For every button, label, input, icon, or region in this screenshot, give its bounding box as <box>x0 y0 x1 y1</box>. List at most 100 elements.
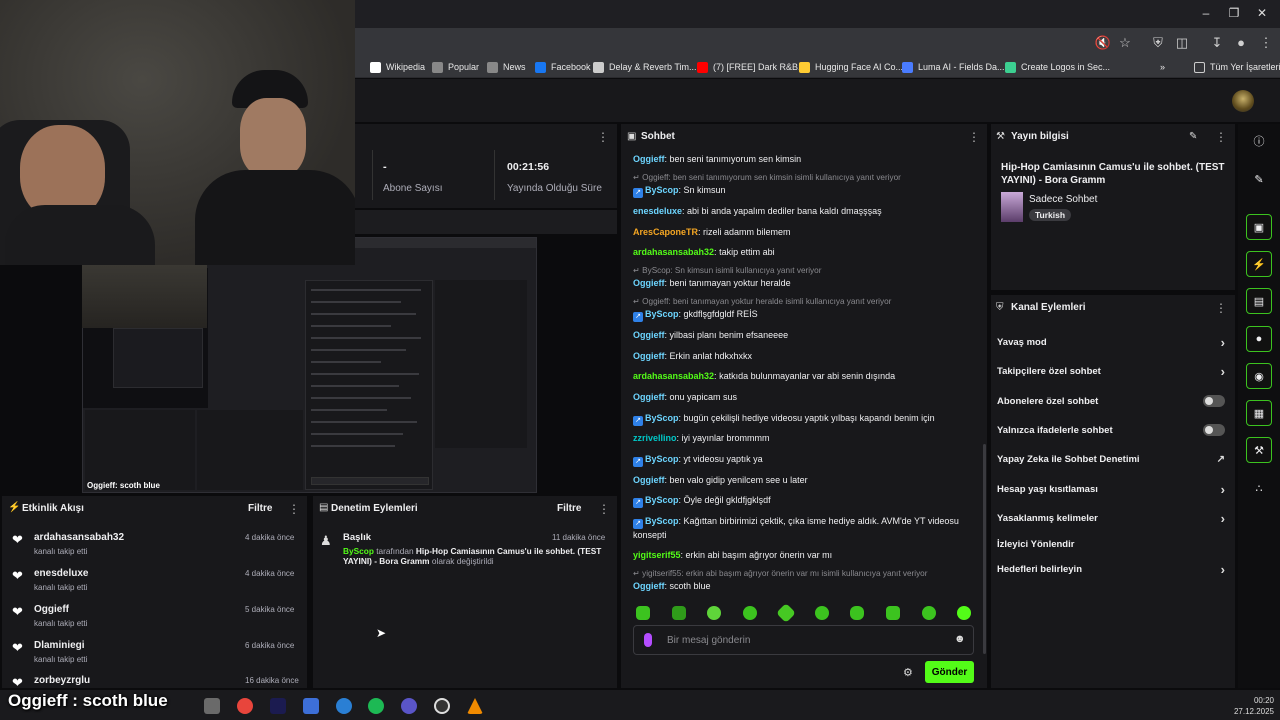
emote-icon[interactable] <box>957 606 971 620</box>
spotify-icon[interactable] <box>368 698 384 714</box>
emote-icon[interactable] <box>672 606 686 620</box>
chat-input[interactable]: Bir mesaj gönderin ☻ <box>633 625 974 655</box>
download-icon[interactable]: ↧ <box>1208 35 1226 51</box>
channel-action-item[interactable]: Yasaklanmış kelimeler › <box>997 509 1225 527</box>
chrome-icon[interactable] <box>237 698 253 714</box>
chat-username[interactable]: ByScop <box>645 413 679 423</box>
chat-username[interactable]: Oggieff <box>633 581 665 591</box>
chat-username[interactable]: ardahasansabah32 <box>633 371 714 381</box>
mute-icon[interactable]: 🔇 <box>1094 35 1112 51</box>
edit-icon[interactable]: ✎ <box>1189 131 1197 142</box>
all-bookmarks-button[interactable]: Tüm Yer İşaretleri <box>1194 60 1280 74</box>
activity-user[interactable]: zorbeyzrglu <box>34 675 90 686</box>
channel-action-item[interactable]: Takipçilere özel sohbet › <box>997 362 1225 380</box>
chat-username[interactable]: ardahasansabah32 <box>633 247 714 257</box>
send-button[interactable]: Gönder <box>925 661 974 683</box>
moderation-entry-user[interactable]: ByScop <box>343 546 374 556</box>
layout-icon[interactable]: ▦ <box>1246 400 1272 426</box>
emoji-icon[interactable]: ☻ <box>954 633 966 645</box>
obs-icon[interactable] <box>434 698 450 714</box>
category-thumbnail[interactable] <box>1001 192 1023 222</box>
premiere-icon[interactable] <box>270 698 286 714</box>
activity-user[interactable]: ardahasansabah32 <box>34 532 124 543</box>
files-icon[interactable] <box>204 698 220 714</box>
bookmarks-more-button[interactable]: » <box>1160 60 1165 74</box>
chat-username[interactable]: Oggieff <box>633 330 665 340</box>
emote-icon[interactable] <box>886 606 900 620</box>
channel-action-item[interactable]: Abonelere özel sohbet <box>997 392 1225 410</box>
category-name[interactable]: Sadece Sohbet <box>1029 194 1097 205</box>
chat-username[interactable]: Oggieff <box>633 278 665 288</box>
channel-action-item[interactable]: Yavaş mod › <box>997 333 1225 351</box>
bookmark-item[interactable]: Facebook <box>535 60 591 74</box>
activity-user[interactable]: enesdeluxe <box>34 568 88 579</box>
lightning-icon[interactable]: ⚡ <box>1246 251 1272 277</box>
info-icon[interactable]: ⓘ <box>1246 128 1272 154</box>
close-icon[interactable]: ✕ <box>1252 6 1272 20</box>
channel-action-item[interactable]: Hedefleri belirleyin › <box>997 560 1225 578</box>
toggle-switch[interactable] <box>1203 395 1225 407</box>
channel-actions-menu-icon[interactable]: ⋮ <box>1215 301 1227 315</box>
moderation-filter-button[interactable]: Filtre <box>557 503 581 514</box>
microphone-icon[interactable] <box>644 633 652 647</box>
restore-icon[interactable]: ❐ <box>1224 6 1244 20</box>
minimize-icon[interactable]: – <box>1196 6 1216 20</box>
chat-username[interactable]: ByScop <box>645 495 679 505</box>
channel-action-item[interactable]: Yalnızca ifadelerle sohbet <box>997 421 1225 439</box>
emote-icon[interactable] <box>743 606 757 620</box>
chat-username[interactable]: ByScop <box>645 309 679 319</box>
tools-icon[interactable]: ⚒ <box>1246 437 1272 463</box>
chat-username[interactable]: yigitserif55 <box>633 550 681 560</box>
clip-icon[interactable]: ▣ <box>1246 214 1272 240</box>
chat-username[interactable]: ByScop <box>645 516 679 526</box>
extensions-icon[interactable]: ◫ <box>1173 35 1191 51</box>
bookmark-item[interactable]: Wikipedia <box>370 60 425 74</box>
app-icon[interactable] <box>303 698 319 714</box>
emote-icon[interactable] <box>636 606 650 620</box>
clipboard-icon[interactable]: ▤ <box>1246 288 1272 314</box>
discord-icon[interactable] <box>401 698 417 714</box>
emote-icon[interactable] <box>815 606 829 620</box>
bookmark-item[interactable]: News <box>487 60 526 74</box>
chat-scrollbar[interactable] <box>983 444 986 654</box>
moderation-menu-icon[interactable]: ⋮ <box>598 502 610 516</box>
chat-username[interactable]: ByScop <box>645 185 679 195</box>
bookmark-item[interactable]: Create Logos in Sec... <box>1005 60 1110 74</box>
stats-menu-icon[interactable]: ⋮ <box>597 130 609 144</box>
chat-username[interactable]: enesdeluxe <box>633 206 682 216</box>
chat-bubble-icon[interactable]: ● <box>1246 326 1272 352</box>
activity-menu-icon[interactable]: ⋮ <box>288 502 300 516</box>
chat-username[interactable]: Oggieff <box>633 392 665 402</box>
shield-extension-icon[interactable]: ⛨ <box>1149 35 1167 51</box>
chat-settings-icon[interactable]: ⚙ <box>903 666 913 679</box>
chat-username[interactable]: zzrivellino <box>633 433 677 443</box>
channel-action-item[interactable]: Yapay Zeka ile Sohbet Denetimi ↗ <box>997 450 1225 468</box>
channel-action-item[interactable]: Hesap yaşı kısıtlaması › <box>997 480 1225 498</box>
pencil-icon[interactable]: ✎ <box>1246 166 1272 192</box>
channel-action-item[interactable]: İzleyici Yönlendir <box>997 535 1225 553</box>
language-tag[interactable]: Turkish <box>1029 209 1072 221</box>
activity-filter-button[interactable]: Filtre <box>248 503 272 514</box>
chat-username[interactable]: AresCaponeTR <box>633 227 698 237</box>
emote-icon[interactable] <box>922 606 936 620</box>
activity-user[interactable]: Oggieff <box>34 604 69 615</box>
avatar[interactable] <box>1232 90 1254 112</box>
toggle-switch[interactable] <box>1203 424 1225 436</box>
chat-username[interactable]: Oggieff <box>633 475 665 485</box>
browser-menu-icon[interactable]: ⋮ <box>1257 35 1275 51</box>
dots-icon[interactable]: ∴ <box>1246 475 1272 501</box>
broadcast-icon[interactable]: ◉ <box>1246 363 1272 389</box>
profile-icon[interactable]: ● <box>1232 35 1250 50</box>
chat-username[interactable]: Oggieff <box>633 351 665 361</box>
bookmark-item[interactable]: Popular <box>432 60 479 74</box>
emote-icon[interactable] <box>707 606 721 620</box>
activity-user[interactable]: Dlaminiegi <box>34 640 85 651</box>
emote-icon[interactable] <box>850 606 864 620</box>
bookmark-item[interactable]: Delay & Reverb Tim... <box>593 60 697 74</box>
bookmark-item[interactable]: Luma AI - Fields Da... <box>902 60 1005 74</box>
chat-username[interactable]: Oggieff <box>633 154 665 164</box>
app-icon[interactable] <box>336 698 352 714</box>
stream-info-menu-icon[interactable]: ⋮ <box>1215 130 1227 144</box>
star-icon[interactable]: ☆ <box>1116 35 1134 51</box>
bookmark-item[interactable]: (7) [FREE] Dark R&B... <box>697 60 806 74</box>
